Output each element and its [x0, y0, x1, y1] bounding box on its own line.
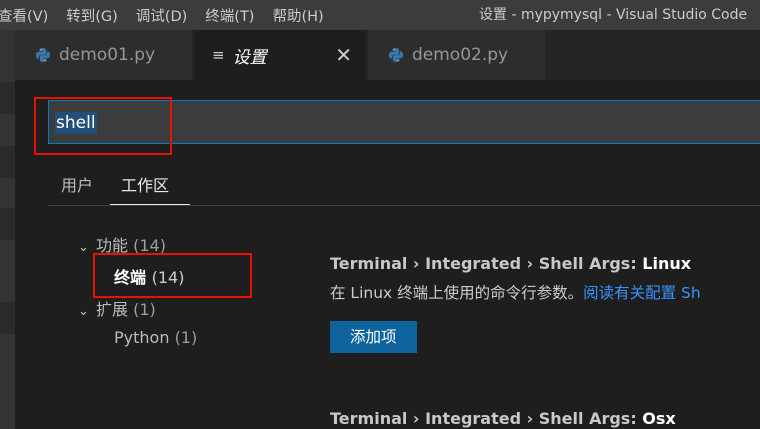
activity-item[interactable]	[0, 146, 15, 178]
tab-user-settings[interactable]: 用户	[61, 172, 93, 196]
python-icon	[388, 47, 404, 63]
settings-scope-tabs: 用户 工作区	[48, 160, 760, 206]
tab-label: demo02.py	[412, 45, 509, 65]
tab-label: demo01.py	[59, 45, 156, 65]
menu-debug[interactable]: 调试(D)	[127, 0, 196, 30]
activity-item[interactable]	[0, 302, 15, 334]
tab-workspace-settings[interactable]: 工作区	[121, 172, 169, 196]
setting-shell-args-linux: Terminal › Integrated › Shell Args: Linu…	[330, 254, 760, 353]
setting-title: Terminal › Integrated › Shell Args: Linu…	[330, 254, 760, 273]
setting-title: Terminal › Integrated › Shell Args: Osx	[330, 409, 760, 428]
toc-label: 扩展	[96, 300, 129, 319]
setting-leaf: Linux	[642, 254, 692, 273]
settings-icon: ≡	[212, 46, 225, 64]
editor-tab-bar: demo01.py ≡ 设置 ✕ demo02.py	[15, 30, 760, 80]
tab-demo01[interactable]: demo01.py	[15, 30, 193, 80]
toc-count: (1)	[174, 328, 198, 347]
menu-bar: 查看(V) 转到(G) 调试(D) 终端(T) 帮助(H)	[0, 0, 333, 30]
description-text: 在 Linux 终端上使用的命令行参数。	[330, 284, 584, 302]
tab-label: 设置	[232, 47, 267, 68]
close-icon[interactable]: ✕	[335, 43, 352, 67]
menu-help[interactable]: 帮助(H)	[263, 0, 332, 30]
chevron-down-icon: ⌄	[78, 304, 89, 319]
configure-link[interactable]: 阅读有关配置 Sh	[583, 284, 701, 302]
activity-item[interactable]	[0, 82, 15, 114]
annotation-box	[34, 97, 172, 155]
setting-shell-args-osx: Terminal › Integrated › Shell Args: Osx	[330, 409, 760, 428]
toc-count: (1)	[133, 300, 156, 319]
setting-leaf: Osx	[642, 409, 676, 428]
setting-path: Terminal › Integrated › Shell Args:	[330, 254, 643, 273]
toc-label: Python	[114, 328, 170, 347]
activity-bar	[0, 30, 15, 429]
active-tab-indicator	[110, 204, 190, 205]
python-icon	[35, 47, 51, 63]
setting-description: 在 Linux 终端上使用的命令行参数。阅读有关配置 Sh	[330, 281, 760, 303]
menu-view[interactable]: 查看(V)	[0, 0, 57, 30]
toc-item-extensions[interactable]: ⌄ 扩展 (1)	[78, 296, 156, 320]
menu-terminal[interactable]: 终端(T)	[196, 0, 263, 30]
tab-settings[interactable]: ≡ 设置 ✕	[194, 30, 367, 80]
toc-item-python[interactable]: Python (1)	[114, 328, 197, 347]
activity-item[interactable]	[0, 208, 15, 240]
annotation-box	[93, 253, 252, 298]
title-bar: 查看(V) 转到(G) 调试(D) 终端(T) 帮助(H) 设置 - mypym…	[0, 0, 760, 30]
window-title: 设置 - mypymysql - Visual Studio Code	[479, 7, 748, 23]
setting-path: Terminal › Integrated › Shell Args:	[330, 409, 643, 428]
tab-demo02[interactable]: demo02.py	[368, 30, 546, 80]
menu-go[interactable]: 转到(G)	[57, 0, 127, 30]
add-item-button[interactable]: 添加项	[330, 321, 417, 353]
